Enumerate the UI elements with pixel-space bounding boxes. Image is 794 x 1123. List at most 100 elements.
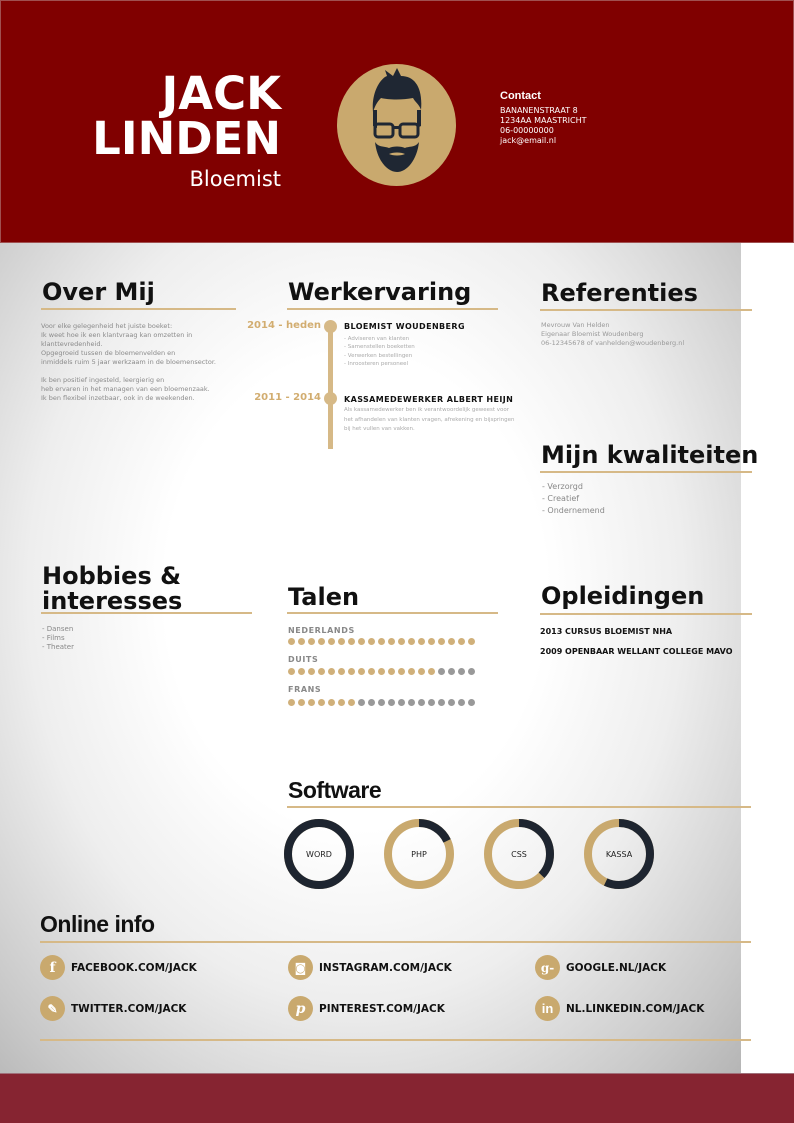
hobby-item: - Films xyxy=(42,634,65,642)
about-line: Opgegroeid tussen de bloemenvelden en xyxy=(41,349,176,357)
languages-divider xyxy=(287,612,498,614)
google-plus-icon: g- xyxy=(535,955,560,980)
facebook-label[interactable]: FACEBOOK.COM/JACK xyxy=(71,962,197,974)
level-dot-filled xyxy=(288,638,295,645)
level-dot-empty xyxy=(368,699,375,706)
level-dot-filled xyxy=(308,699,315,706)
education-item: 2009 OPENBAAR WELLANT COLLEGE MAVO xyxy=(540,647,733,656)
software-donut: CSS xyxy=(482,817,556,891)
level-dot-filled xyxy=(348,638,355,645)
about-line: Ik ben flexibel inzetbaar, ook in de wee… xyxy=(41,394,195,402)
level-dot-empty xyxy=(448,668,455,675)
software-name: CSS xyxy=(511,849,527,859)
level-dot-filled xyxy=(318,668,325,675)
education-item: 2013 CURSUS BLOEMIST NHA xyxy=(540,627,673,636)
full-name: JACK LINDEN xyxy=(92,71,281,161)
about-line xyxy=(41,367,251,376)
instagram-link[interactable]: ◙ INSTAGRAM.COM/JACK xyxy=(288,955,452,980)
level-dot-filled xyxy=(398,668,405,675)
level-dot-filled xyxy=(448,638,455,645)
level-dot-filled xyxy=(328,668,335,675)
about-title: Over Mij xyxy=(42,278,155,306)
qualities-list: - Verzorgd - Creatief - Ondernemend xyxy=(542,481,605,517)
job-role: Bloemist xyxy=(189,167,281,191)
timeline-line xyxy=(328,327,333,449)
level-dot-filled xyxy=(398,638,405,645)
qualities-title: Mijn kwaliteiten xyxy=(541,441,759,469)
language-name: NEDERLANDS xyxy=(288,626,355,635)
contact-phone[interactable]: 06-00000000 xyxy=(500,126,587,136)
hobbies-list: - Dansen - Films - Theater xyxy=(42,625,74,652)
level-dot-filled xyxy=(358,638,365,645)
linkedin-label[interactable]: NL.LINKEDIN.COM/JACK xyxy=(566,1003,704,1015)
level-dot-empty xyxy=(438,699,445,706)
level-dot-filled xyxy=(348,668,355,675)
about-line: Ik ben positief ingesteld, leergierig en xyxy=(41,376,165,384)
instagram-label[interactable]: INSTAGRAM.COM/JACK xyxy=(319,962,452,974)
linkedin-link[interactable]: in NL.LINKEDIN.COM/JACK xyxy=(535,996,704,1021)
level-dot-filled xyxy=(358,668,365,675)
level-dot-filled xyxy=(318,699,325,706)
last-name: LINDEN xyxy=(92,112,281,165)
references-divider xyxy=(540,309,752,311)
about-line: Voor elke gelegenheid het juiste boeket: xyxy=(41,322,173,330)
level-dot-filled xyxy=(338,668,345,675)
about-divider xyxy=(41,308,236,310)
level-dot-empty xyxy=(438,668,445,675)
facebook-link[interactable]: f FACEBOOK.COM/JACK xyxy=(40,955,197,980)
level-dot-filled xyxy=(408,668,415,675)
job-tasks: - Adviseren van klanten - Samenstellen b… xyxy=(344,335,415,368)
job-task: - Adviseren van klanten xyxy=(344,336,410,342)
level-dot-filled xyxy=(298,699,305,706)
pinterest-label[interactable]: PINTEREST.COM/JACK xyxy=(319,1003,445,1015)
quality-item: - Creatief xyxy=(542,494,580,503)
timeline-dot xyxy=(324,320,337,333)
level-dot-filled xyxy=(348,699,355,706)
job-title: BLOEMIST WOUDENBERG xyxy=(344,322,465,331)
online-title: Online info xyxy=(40,911,155,937)
facebook-icon: f xyxy=(40,955,65,980)
level-dot-filled xyxy=(308,668,315,675)
contact-title: Contact xyxy=(500,90,541,102)
google-label[interactable]: GOOGLE.NL/JACK xyxy=(566,962,666,974)
experience-title: Werkervaring xyxy=(288,278,472,306)
level-dot-filled xyxy=(338,699,345,706)
linkedin-icon: in xyxy=(535,996,560,1021)
level-dot-filled xyxy=(378,638,385,645)
language-level-dots xyxy=(288,638,475,645)
level-dot-empty xyxy=(418,699,425,706)
twitter-link[interactable]: ✎ TWITTER.COM/JACK xyxy=(40,996,186,1021)
level-dot-empty xyxy=(388,699,395,706)
language-level-dots xyxy=(288,699,475,706)
level-dot-filled xyxy=(418,638,425,645)
level-dot-empty xyxy=(358,699,365,706)
language-name: DUITS xyxy=(288,655,319,664)
contact-address: BANANENSTRAAT 8 xyxy=(500,106,578,115)
level-dot-empty xyxy=(458,668,465,675)
level-dot-filled xyxy=(418,668,425,675)
twitter-label[interactable]: TWITTER.COM/JACK xyxy=(71,1003,186,1015)
about-line: Ik weet hoe ik een klantvraag kan omzett… xyxy=(41,331,193,348)
languages-title: Talen xyxy=(288,583,360,611)
qualities-divider xyxy=(540,471,752,473)
reference-name: Mevrouw Van Helden xyxy=(541,321,610,329)
software-divider xyxy=(287,806,751,808)
level-dot-filled xyxy=(388,668,395,675)
job-task: - Verwerken bestellingen xyxy=(344,352,413,359)
pinterest-link[interactable]: p PINTEREST.COM/JACK xyxy=(288,996,445,1021)
twitter-icon: ✎ xyxy=(40,996,65,1021)
job-task: - Samenstellen boeketten xyxy=(344,344,415,351)
software-donut: WORD xyxy=(282,817,356,891)
level-dot-filled xyxy=(388,638,395,645)
level-dot-empty xyxy=(468,699,475,706)
level-dot-empty xyxy=(398,699,405,706)
level-dot-filled xyxy=(338,638,345,645)
level-dot-empty xyxy=(448,699,455,706)
google-link[interactable]: g- GOOGLE.NL/JACK xyxy=(535,955,666,980)
contact-email[interactable]: jack@email.nl xyxy=(500,136,587,146)
contact-block: Contact BANANENSTRAAT 8 1234AA MAASTRICH… xyxy=(500,90,587,146)
software-name: KASSA xyxy=(605,849,633,859)
job-title: KASSAMEDEWERKER ALBERT HEIJN xyxy=(344,395,514,404)
level-dot-filled xyxy=(408,638,415,645)
job-period: 2011 - 2014 xyxy=(254,392,321,403)
